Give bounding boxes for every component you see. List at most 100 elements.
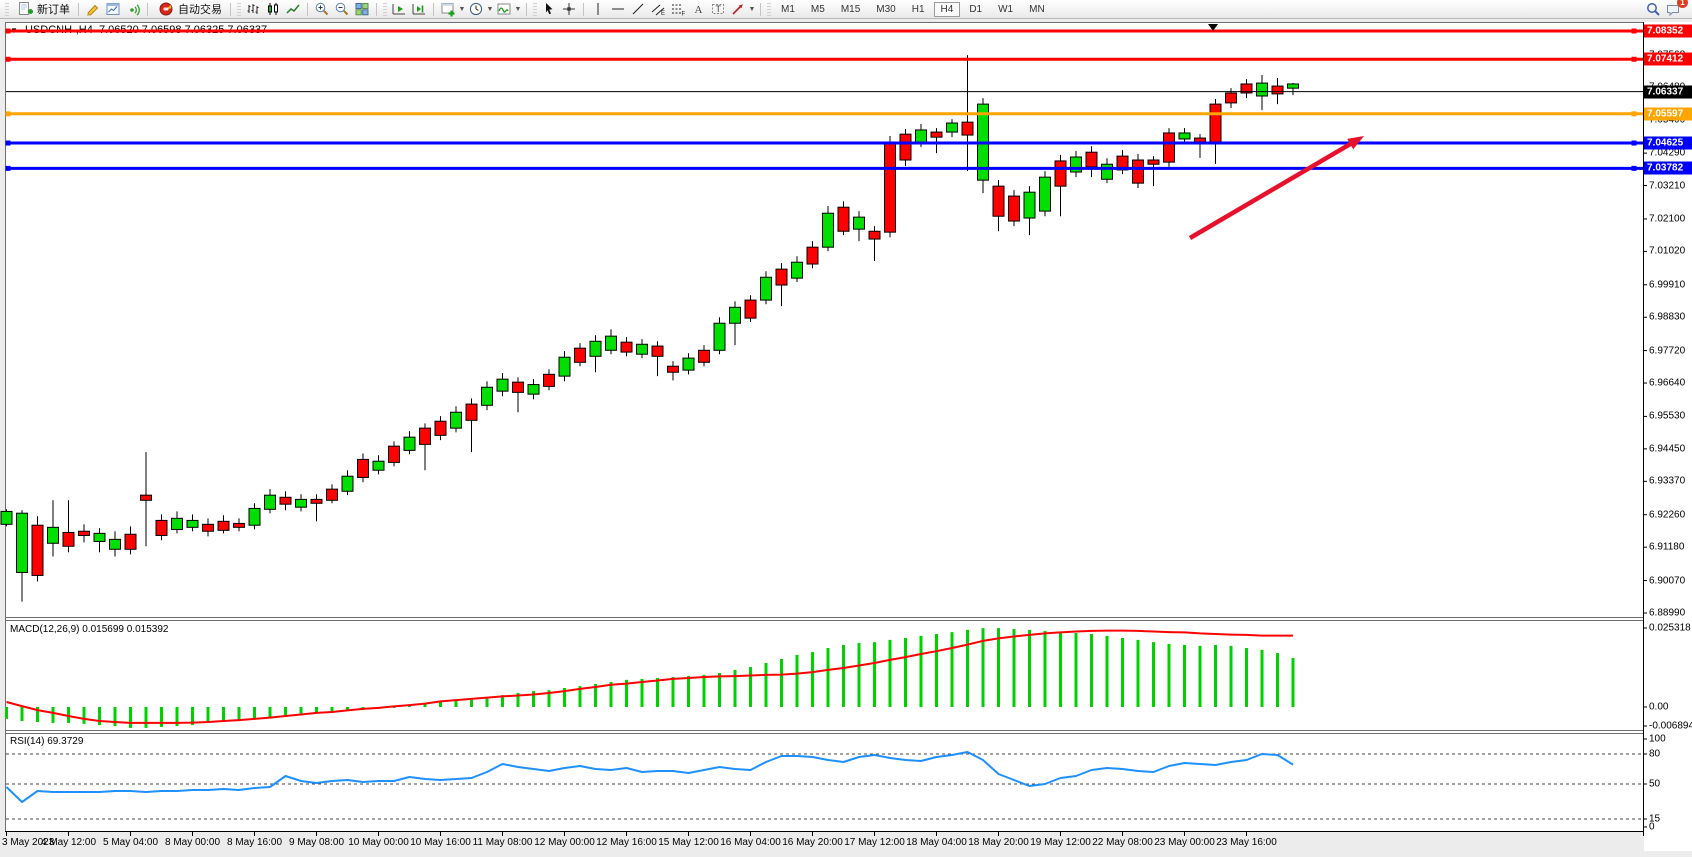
indicators-caret[interactable]: ▼ [514,6,522,13]
price-tick-label: 6.88990 [1649,608,1685,619]
timeframe-h4[interactable]: H4 [934,2,961,17]
time-axis-label: 16 May 04:00 [720,837,781,848]
timeframe-buttons: M1M5M15M30H1H4D1W1MN [773,0,1053,19]
time-axis-label: 23 May 00:00 [1154,837,1215,848]
time-axis-label: 15 May 12:00 [658,837,719,848]
price-line-badge: 7.05597 [1644,107,1692,120]
panel-separator[interactable] [5,620,1644,621]
arrows-caret[interactable]: ▼ [748,6,756,13]
line-chart-icon[interactable] [283,1,303,18]
chart-symbol: USDCNH-,H4 [25,24,93,36]
time-axis-label: 17 May 12:00 [844,837,905,848]
crayon-icon[interactable] [83,1,103,18]
period-caret[interactable]: ▼ [486,6,494,13]
price-line-badge: 7.04625 [1644,137,1692,150]
cursor-icon[interactable] [539,1,559,18]
trendline-icon[interactable] [628,1,648,18]
period-clock-icon[interactable] [466,1,486,18]
time-axis-label: 9 May 08:00 [289,837,344,848]
macd-axis-label: 0.025318 [1649,623,1691,634]
price-tick-label: 6.95530 [1649,411,1685,422]
zoom-in-icon[interactable] [312,1,332,18]
chart-title: ▼ USDCNH-,H4 7.06520 7.06598 7.06325 7.0… [10,24,267,36]
time-axis-label: 22 May 08:00 [1092,837,1153,848]
time-axis-label: 10 May 00:00 [348,837,409,848]
price-tick-label: 6.99910 [1649,279,1685,290]
time-axis-label: 10 May 16:00 [410,837,471,848]
text-label-icon[interactable]: T [708,1,728,18]
price-tick-label: 7.03210 [1649,180,1685,191]
indicators-icon[interactable] [494,1,514,18]
new-chart-icon[interactable] [438,1,458,18]
price-line-badge: 7.06337 [1644,85,1692,98]
signal-icon[interactable] [123,1,143,18]
auto-trading-button[interactable]: 自动交易 [152,1,226,18]
crosshair-icon[interactable] [559,1,579,18]
macd-axis-label: 0.00 [1649,702,1668,713]
notification-badge: 1 [1677,0,1688,8]
chart-plot-area[interactable] [5,22,1644,832]
window-bottom-edge [0,851,1692,857]
price-line-badge: 7.08352 [1644,25,1692,38]
rsi-axis-label: 80 [1649,749,1660,760]
panel-separator[interactable] [5,733,1644,734]
candle-chart-icon[interactable] [263,1,283,18]
chart-dropdown-icon[interactable]: ▼ [10,26,18,35]
timeframe-m15[interactable]: M15 [834,2,867,17]
time-axis-label: 23 May 16:00 [1216,837,1277,848]
price-tick-label: 6.94450 [1649,443,1685,454]
auto-trading-icon [156,1,176,18]
svg-text:T: T [716,4,722,14]
timeframe-m5[interactable]: M5 [804,2,832,17]
time-axis-label: 5 May 04:00 [103,837,158,848]
time-axis-label: 12 May 16:00 [596,837,657,848]
timeframe-mn[interactable]: MN [1022,2,1052,17]
chart-ohlc: 7.06520 7.06598 7.06325 7.06337 [99,24,267,36]
vertical-line-icon[interactable] [588,1,608,18]
new-order-button[interactable]: 新订单 [11,1,74,18]
price-tick-label: 6.91180 [1649,542,1684,553]
macd-label: MACD(12,26,9) 0.015699 0.015392 [10,624,168,635]
bar-chart-icon[interactable] [243,1,263,18]
price-tick-label: 6.98830 [1649,312,1685,323]
time-axis-label: 18 May 04:00 [906,837,967,848]
timeframe-m30[interactable]: M30 [869,2,902,17]
zoom-out-icon[interactable] [332,1,352,18]
panel-separator[interactable] [5,617,1644,618]
timeframe-w1[interactable]: W1 [991,2,1020,17]
panel-separator[interactable] [5,730,1644,731]
mt4-window: 新订单 自动交易 [0,0,1692,857]
fibonacci-icon[interactable]: F [668,1,688,18]
timeframe-m1[interactable]: M1 [774,2,802,17]
tile-windows-icon[interactable] [352,1,372,18]
time-axis-label: 12 May 00:00 [534,837,595,848]
chart-window-icon[interactable] [103,1,123,18]
macd-axis-label: -0.006894 [1649,721,1692,732]
text-icon[interactable]: A [688,1,708,18]
arrows-icon[interactable] [728,1,748,18]
chart-autoscroll-icon[interactable] [409,1,429,18]
price-tick-label: 6.90070 [1649,575,1685,586]
toolbar-grip [5,3,9,16]
search-icon[interactable] [1643,1,1663,18]
chat-icon[interactable]: 1 [1663,1,1683,18]
horizontal-line-icon[interactable] [608,1,628,18]
timeframe-h1[interactable]: H1 [905,2,932,17]
rsi-axis-label: 50 [1649,779,1660,790]
price-tick-label: 6.93370 [1649,476,1685,487]
price-tick-label: 6.96640 [1649,378,1685,389]
rsi-axis-label: 100 [1649,734,1666,745]
auto-trading-label: 自动交易 [178,1,222,17]
price-tick-label: 6.92260 [1649,509,1685,520]
svg-text:A: A [695,4,703,16]
rsi-label: RSI(14) 69.3729 [10,736,83,747]
equidistant-channel-icon[interactable]: E [648,1,668,18]
timeframe-d1[interactable]: D1 [962,2,989,17]
price-line-badge: 7.07412 [1644,53,1692,66]
chart-shift-icon[interactable] [389,1,409,18]
price-tick-label: 7.01020 [1649,246,1685,257]
new-chart-caret[interactable]: ▼ [458,6,466,13]
time-axis-label: 18 May 20:00 [968,837,1029,848]
time-axis-label: 11 May 08:00 [473,837,533,848]
rsi-axis-label: 0 [1649,822,1655,833]
